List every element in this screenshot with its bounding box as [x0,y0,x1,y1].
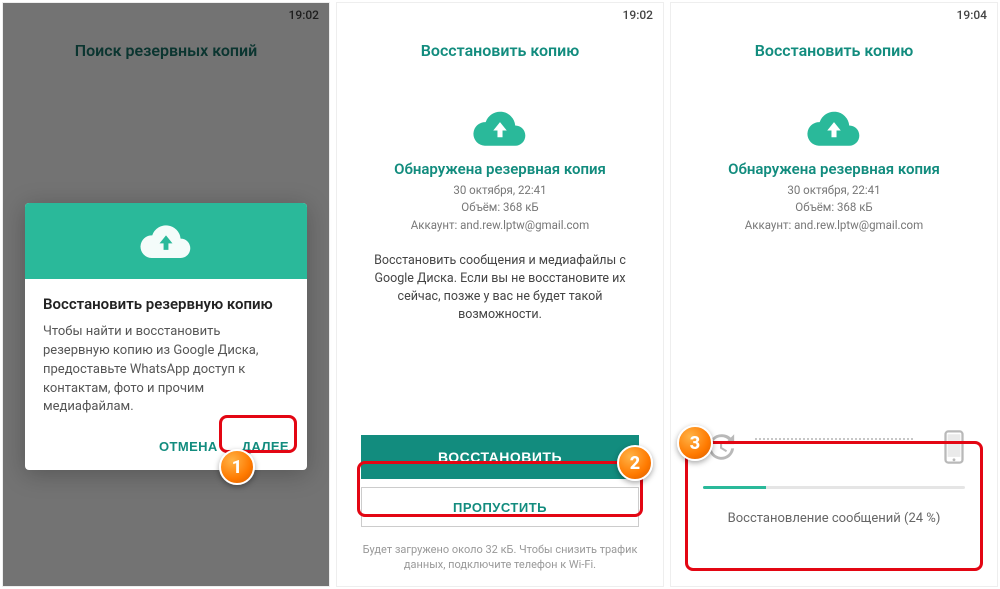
screen-restore-progress: 19:04 Восстановить копию Обнаружена резе… [670,2,998,587]
cloud-upload-icon [140,224,192,258]
step-badge-1: 1 [219,449,255,485]
progress-panel: Восстановление сообщений (24 %) [703,430,965,526]
page-title: Восстановить копию [671,27,997,74]
restore-description: Восстановить сообщения и медиафайлы с Go… [337,252,663,325]
screen-permissions: 19:02 Поиск резервных копий Восстановить… [2,2,330,587]
backup-date: 30 октября, 22:41 [671,182,997,199]
status-bar: 19:02 [337,3,663,27]
backup-found-title: Обнаружена резервная копия [337,160,663,178]
data-usage-hint: Будет загружено около 32 кБ. Чтобы снизи… [361,543,639,572]
status-bar: 19:04 [671,3,997,27]
backup-size: Объём: 368 кБ [671,199,997,216]
next-button[interactable]: ДАЛЕЕ [242,439,289,454]
cancel-button[interactable]: ОТМЕНА [159,439,218,454]
backup-found-title: Обнаружена резервная копия [671,160,997,178]
dialog-body-text: Чтобы найти и восстановить резервную коп… [43,323,289,417]
step-badge-2: 2 [617,445,653,481]
status-time: 19:02 [623,8,653,22]
cloud-upload-icon [807,110,861,146]
phone-icon [943,430,965,464]
step-badge-3: 3 [677,425,713,461]
skip-button[interactable]: ПРОПУСТИТЬ [361,487,639,527]
restore-button[interactable]: ВОССТАНОВИТЬ [361,435,639,479]
backup-date: 30 октября, 22:41 [337,182,663,199]
backup-size: Объём: 368 кБ [337,199,663,216]
dialog-heading: Восстановить резервную копию [43,295,289,313]
dialog-header [25,203,307,279]
cloud-upload-icon [473,110,527,146]
progress-label: Восстановление сообщений (24 %) [703,511,965,526]
page-title: Восстановить копию [337,27,663,74]
transfer-dots [755,438,913,440]
progress-fill [703,486,766,489]
backup-account: Аккаунт: and.rew.lptw@gmail.com [337,217,663,234]
status-time: 19:04 [957,8,987,22]
screen-restore-prompt: 19:02 Восстановить копию Обнаружена резе… [336,2,664,587]
progress-bar [703,486,965,489]
backup-account: Аккаунт: and.rew.lptw@gmail.com [671,217,997,234]
permission-dialog: Восстановить резервную копию Чтобы найти… [25,203,307,470]
